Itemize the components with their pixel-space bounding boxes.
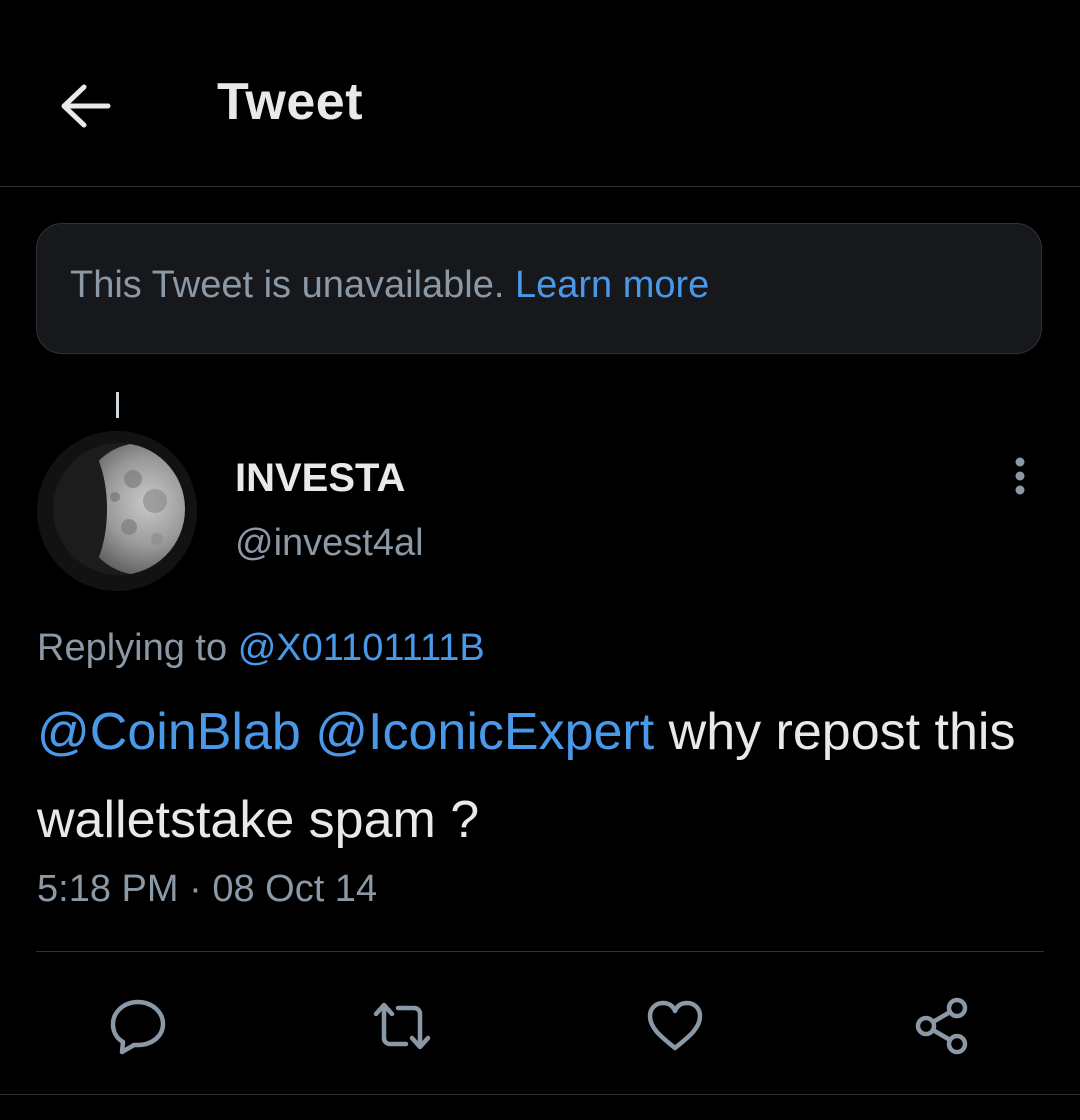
unavailable-text: This Tweet is unavailable. bbox=[70, 264, 505, 306]
arrow-left-icon bbox=[61, 84, 111, 128]
mention-coinblab-link[interactable]: @CoinBlab bbox=[37, 703, 301, 761]
tweet-time: 5:18 PM bbox=[37, 868, 179, 910]
tweet-date: 08 Oct 14 bbox=[212, 868, 378, 910]
reply-button[interactable] bbox=[106, 994, 170, 1058]
tweet-body: @CoinBlab @IconicExpert why repost this … bbox=[37, 688, 1047, 864]
unavailable-message: This Tweet is unavailable. Learn more bbox=[70, 264, 709, 307]
top-bar: Tweet bbox=[0, 0, 1080, 187]
thread-connector-line bbox=[116, 392, 119, 418]
share-button[interactable] bbox=[910, 994, 974, 1058]
replying-prefix: Replying to bbox=[37, 627, 228, 669]
author-display-name[interactable]: INVESTA bbox=[235, 456, 405, 501]
mention-iconicexpert-link[interactable]: @IconicExpert bbox=[315, 703, 654, 761]
tweet-timestamp: 5:18 PM · 08 Oct 14 bbox=[37, 868, 377, 911]
bottom-divider bbox=[0, 1094, 1080, 1095]
page-title: Tweet bbox=[217, 73, 364, 131]
replying-to-line: Replying to @X01101111B bbox=[37, 627, 485, 670]
more-options-button[interactable] bbox=[1000, 454, 1040, 502]
unavailable-notice: This Tweet is unavailable. Learn more bbox=[36, 223, 1042, 354]
reply-icon bbox=[110, 999, 166, 1055]
more-vertical-icon bbox=[1015, 457, 1025, 495]
back-button[interactable] bbox=[56, 78, 116, 134]
retweet-button[interactable] bbox=[370, 994, 434, 1058]
learn-more-link[interactable]: Learn more bbox=[515, 264, 709, 306]
like-button[interactable] bbox=[643, 994, 707, 1058]
retweet-icon bbox=[373, 1002, 431, 1050]
divider bbox=[36, 951, 1044, 952]
moon-avatar-icon bbox=[37, 431, 197, 591]
replying-to-handle-link[interactable]: @X01101111B bbox=[238, 627, 485, 669]
share-icon bbox=[915, 997, 968, 1055]
timestamp-separator: · bbox=[189, 868, 202, 910]
heart-icon bbox=[647, 1000, 703, 1051]
author-handle: @invest4al bbox=[235, 522, 424, 564]
avatar[interactable] bbox=[37, 431, 197, 591]
